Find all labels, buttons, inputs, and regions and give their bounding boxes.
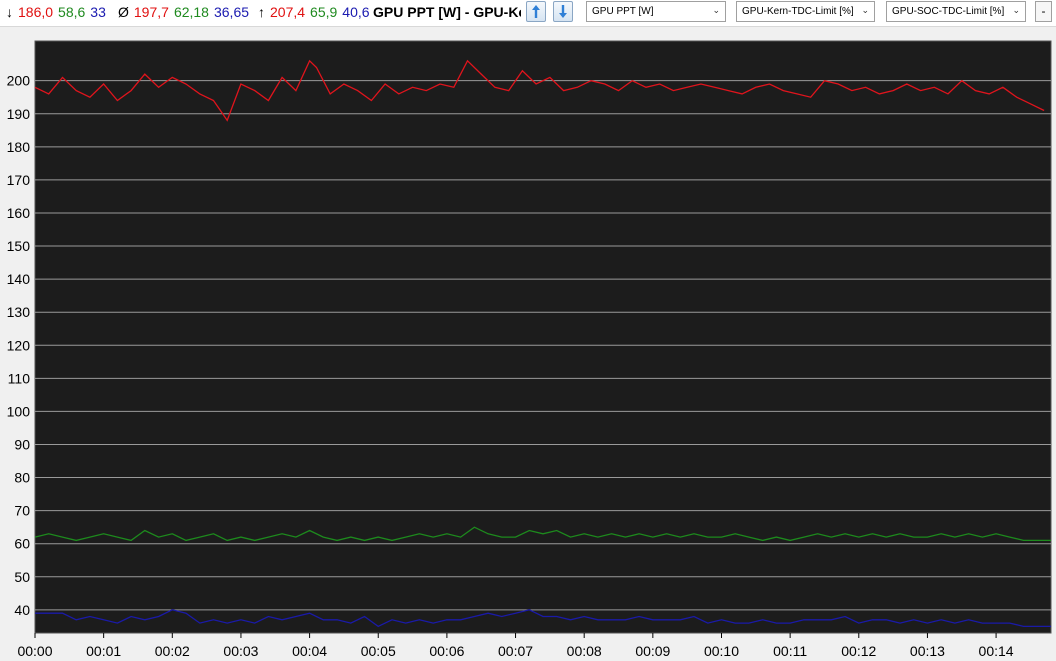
- stats-toolbar: ↓ 186,0 58,6 33 Ø 197,7 62,18 36,65 ↑ 207,4 65,9…: [0, 0, 1056, 27]
- max-value-blue: 40,6: [342, 4, 370, 20]
- avg-value-blue: 36,65: [213, 4, 250, 20]
- y-tick-label: 90: [14, 436, 30, 452]
- max-value-green: 65,9: [310, 4, 338, 20]
- y-tick-label: 150: [7, 238, 31, 254]
- min-symbol: ↓: [6, 4, 13, 20]
- series-select-2-value: GPU-Kern-TDC-Limit [%]: [742, 6, 854, 17]
- y-tick-label: 60: [14, 536, 30, 552]
- max-symbol: ↑: [258, 4, 265, 20]
- x-tick-label: 00:14: [979, 643, 1014, 659]
- series-select-3-value: GPU-SOC-TDC-Limit [%]: [892, 6, 1005, 17]
- x-tick-label: 00:02: [155, 643, 190, 659]
- x-tick-label: 00:13: [910, 643, 945, 659]
- y-tick-label: 180: [7, 139, 31, 155]
- min-stats: ↓ 186,0 58,6 33: [6, 4, 111, 20]
- avg-value-red: 197,7: [133, 4, 169, 20]
- y-tick-label: 190: [7, 106, 31, 122]
- avg-stats: Ø 197,7 62,18 36,65: [118, 4, 254, 20]
- chevron-down-icon: ⌄: [712, 5, 720, 15]
- x-tick-label: 00:08: [567, 643, 602, 659]
- min-value-green: 58,6: [58, 4, 86, 20]
- min-value-red: 186,0: [18, 4, 54, 20]
- series-select-1[interactable]: GPU PPT [W] ⌄: [586, 1, 726, 22]
- x-tick-label: 00:12: [841, 643, 876, 659]
- series-select-1-value: GPU PPT [W]: [592, 6, 654, 17]
- max-value-red: 207,4: [270, 4, 306, 20]
- x-tick-label: 00:07: [498, 643, 533, 659]
- x-tick-label: 00:04: [292, 643, 327, 659]
- arrow-down-icon: [559, 5, 567, 18]
- max-stats: ↑ 207,4 65,9 40,6: [258, 4, 375, 20]
- x-tick-label: 00:05: [361, 643, 396, 659]
- chart-title: GPU PPT [W] - GPU-Kern-TDC-Limit [%]: [373, 4, 521, 20]
- move-up-button[interactable]: [526, 1, 546, 22]
- chevron-down-icon: ⌄: [1012, 5, 1020, 15]
- series-select-3[interactable]: GPU-SOC-TDC-Limit [%] ⌄: [886, 1, 1026, 22]
- chevron-down-icon: ⌄: [861, 5, 869, 15]
- x-tick-label: 00:01: [86, 643, 121, 659]
- series-select-2[interactable]: GPU-Kern-TDC-Limit [%] ⌄: [736, 1, 875, 22]
- y-tick-label: 160: [7, 205, 31, 221]
- x-tick-label: 00:06: [429, 643, 464, 659]
- x-tick-label: 00:03: [223, 643, 258, 659]
- y-tick-label: 200: [7, 73, 31, 89]
- move-down-button[interactable]: [553, 1, 573, 22]
- avg-symbol: Ø: [118, 4, 129, 20]
- avg-value-green: 62,18: [173, 4, 209, 20]
- remove-series-button[interactable]: -: [1035, 1, 1052, 22]
- y-tick-label: 50: [14, 569, 30, 585]
- line-chart: 40 50 60 70 80 90 100 110 120 130 140 150 160 170 180 1…: [7, 40, 1052, 659]
- x-tick-label: 00:11: [773, 643, 807, 659]
- x-tick-label: 00:09: [635, 643, 670, 659]
- y-tick-label: 140: [7, 271, 31, 287]
- arrow-up-icon: [532, 5, 540, 18]
- y-tick-label: 100: [7, 403, 31, 419]
- y-tick-label: 170: [7, 172, 31, 188]
- y-tick-label: 40: [14, 602, 30, 618]
- y-tick-label: 70: [14, 503, 30, 519]
- y-tick-label: 80: [14, 470, 30, 486]
- y-tick-label: 110: [8, 370, 31, 386]
- y-tick-label: 130: [7, 304, 31, 320]
- x-tick-label: 00:10: [704, 643, 739, 659]
- x-tick-label: 00:00: [17, 643, 52, 659]
- y-tick-label: 120: [7, 337, 31, 353]
- min-value-blue: 33: [90, 4, 106, 20]
